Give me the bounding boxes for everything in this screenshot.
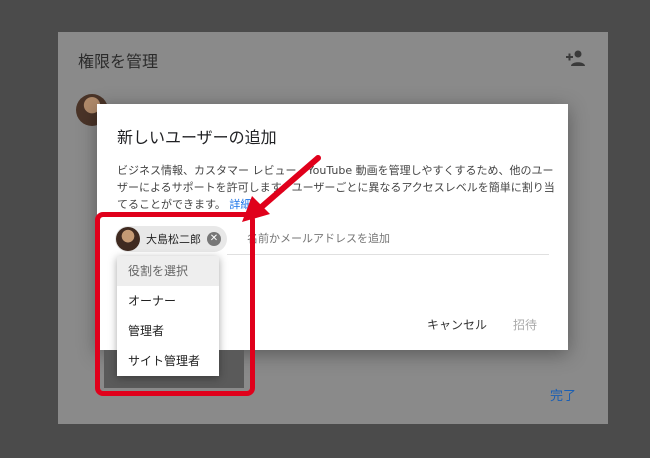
input-underline [227, 254, 549, 255]
background-dialog-title: 権限を管理 [78, 52, 159, 71]
cancel-button[interactable]: キャンセル [427, 316, 487, 333]
details-link[interactable]: 詳細 [229, 198, 251, 211]
add-user-input[interactable] [247, 230, 547, 247]
done-button[interactable]: 完了 [550, 385, 576, 404]
add-user-icon[interactable] [564, 48, 588, 68]
highlight-box [95, 212, 255, 396]
dialog-description: ビジネス情報、カスタマー レビュー、YouTube 動画を管理しやすくするため、… [117, 162, 557, 213]
dialog-title: 新しいユーザーの追加 [117, 128, 277, 147]
invite-button[interactable]: 招待 [513, 316, 537, 333]
description-text: ビジネス情報、カスタマー レビュー、YouTube 動画を管理しやすくするため、… [117, 164, 555, 211]
